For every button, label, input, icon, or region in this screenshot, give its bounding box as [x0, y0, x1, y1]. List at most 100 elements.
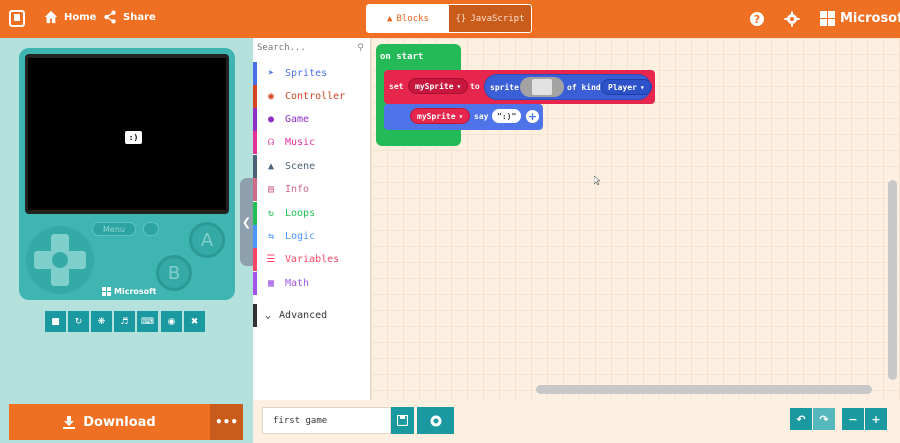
stop-icon[interactable]: ■	[45, 311, 66, 332]
set-variable-block[interactable]: set mySprite ▾ to sprite of kind Player …	[384, 70, 655, 104]
dpad-center	[52, 252, 68, 268]
tab-javascript[interactable]: {} JavaScript	[449, 5, 531, 32]
home-button[interactable]: Home	[44, 10, 96, 24]
search-icon[interactable]: ⚲	[357, 43, 364, 53]
reset-icon[interactable]	[143, 222, 159, 236]
category-label: Music	[285, 137, 316, 148]
calculator-icon: ▦	[267, 278, 275, 289]
volume-icon[interactable]: ♬	[114, 311, 135, 332]
microsoft-squares-icon	[820, 11, 835, 26]
horizontal-scrollbar[interactable]	[536, 385, 872, 394]
variable-name: mySprite	[417, 111, 456, 121]
sprite-label: sprite	[490, 83, 519, 92]
category-label: Variables	[285, 254, 340, 265]
category-sprites[interactable]: ➤ Sprites	[253, 62, 371, 85]
microsoft-squares-icon	[102, 287, 111, 296]
redo-icon[interactable]: ↷	[813, 408, 835, 430]
player-sprite: :)	[125, 131, 142, 144]
save-button[interactable]	[391, 407, 414, 434]
game-screen[interactable]: :)	[28, 58, 226, 210]
github-icon	[430, 415, 441, 426]
category-variables[interactable]: ☰ Variables	[253, 248, 371, 271]
say-variable-dropdown[interactable]: mySprite ▾	[410, 108, 471, 124]
circle-icon: ●	[267, 114, 275, 125]
dropdown-arrow-icon: ▾	[456, 81, 462, 91]
download-icon	[63, 415, 76, 429]
device-brand: Microsoft	[102, 287, 156, 296]
say-label: say	[474, 112, 489, 121]
project-name-input[interactable]: first game	[262, 407, 391, 434]
microsoft-label: Microsoft	[840, 11, 900, 26]
category-logic[interactable]: ⇆ Logic	[253, 225, 371, 248]
download-label: Download	[83, 414, 156, 430]
advanced-label: Advanced	[279, 310, 328, 321]
restart-icon[interactable]: ↻	[68, 311, 89, 332]
search-placeholder: Search...	[257, 43, 306, 53]
kind-dropdown[interactable]: Player ▾	[601, 79, 652, 95]
gamepad-icon: ◉	[267, 91, 275, 102]
category-loops[interactable]: ↻ Loops	[253, 202, 371, 225]
svg-text:?: ?	[754, 13, 760, 26]
dropdown-arrow-icon: ▾	[639, 82, 645, 92]
undo-icon[interactable]: ↶	[790, 408, 812, 430]
category-controller[interactable]: ◉ Controller	[253, 85, 371, 108]
vertical-scrollbar[interactable]	[888, 180, 897, 380]
more-options-button[interactable]: •••	[210, 404, 243, 440]
chevron-left-icon: ❮	[241, 215, 252, 229]
shuffle-icon: ⇆	[267, 231, 275, 242]
dropdown-arrow-icon: ▾	[458, 111, 464, 121]
block-toolbox: Search... ⚲ ➤ Sprites ◉ Controller ● Gam…	[253, 38, 371, 443]
camera-icon[interactable]: ◉	[161, 311, 182, 332]
top-bar: Home Share ▲ Blocks {} JavaScript ? Micr…	[0, 0, 900, 38]
zoom-out-icon[interactable]: −	[842, 408, 864, 430]
add-argument-icon[interactable]: +	[526, 110, 539, 123]
debug-bug-icon[interactable]: ❋	[91, 311, 112, 332]
tab-blocks[interactable]: ▲ Blocks	[367, 5, 449, 32]
category-scene[interactable]: ▲ Scene	[253, 155, 371, 178]
image-picker[interactable]	[520, 77, 564, 97]
category-game[interactable]: ● Game	[253, 108, 371, 131]
share-label: Share	[123, 11, 156, 23]
puzzle-icon: ▲	[387, 13, 393, 24]
on-start-label: on start	[380, 52, 424, 62]
zoom-in-icon[interactable]: +	[865, 408, 887, 430]
a-button[interactable]: A	[189, 222, 225, 258]
category-label: Scene	[285, 161, 316, 172]
gear-icon[interactable]	[784, 11, 800, 27]
toolbox-search-input[interactable]: Search... ⚲	[257, 43, 367, 57]
fullscreen-icon[interactable]: ✖	[184, 311, 205, 332]
category-math[interactable]: ▦ Math	[253, 272, 371, 295]
say-text-input[interactable]: ":)"	[492, 109, 522, 123]
list-icon: ☰	[266, 254, 276, 265]
undo-redo-group: ↶ ↷	[790, 408, 835, 430]
keyboard-icon[interactable]: ⌨	[137, 311, 158, 332]
simulator-panel: :) Menu A B Microsoft ■ ↻ ❋ ♬ ⌨ ◉ ✖ ❮ Do…	[0, 38, 253, 443]
b-button[interactable]: B	[156, 255, 192, 291]
category-info[interactable]: ▤ Info	[253, 178, 371, 201]
sprite-create-block[interactable]: sprite of kind Player ▾	[484, 74, 652, 100]
image-thumbnail	[532, 79, 552, 95]
microsoft-logo[interactable]: Microsoft	[820, 11, 900, 26]
category-music[interactable]: ☊ Music	[253, 131, 371, 154]
home-icon	[44, 10, 58, 24]
share-button[interactable]: Share	[103, 10, 156, 24]
github-button[interactable]	[417, 407, 454, 434]
tab-javascript-label: JavaScript	[470, 13, 525, 24]
mouse-cursor-icon	[594, 176, 600, 185]
variable-dropdown[interactable]: mySprite ▾	[408, 78, 469, 94]
say-block[interactable]: mySprite ▾ say ":)" +	[384, 104, 543, 130]
arcade-logo-icon[interactable]	[9, 10, 25, 27]
download-button[interactable]: Download	[9, 404, 210, 440]
to-label: to	[470, 82, 480, 91]
category-label: Loops	[285, 208, 316, 219]
sim-controls-group-1: ■ ↻ ❋	[45, 311, 112, 332]
category-advanced[interactable]: ⌄ Advanced	[253, 304, 371, 327]
home-label: Home	[64, 11, 97, 23]
collapse-simulator-handle[interactable]: ❮	[240, 178, 253, 266]
refresh-icon: ↻	[267, 208, 275, 219]
menu-button[interactable]: Menu	[92, 222, 136, 236]
help-icon[interactable]: ?	[749, 11, 765, 27]
tree-icon: ▲	[267, 161, 275, 172]
category-label: Info	[285, 184, 310, 195]
set-label: set	[389, 82, 404, 91]
